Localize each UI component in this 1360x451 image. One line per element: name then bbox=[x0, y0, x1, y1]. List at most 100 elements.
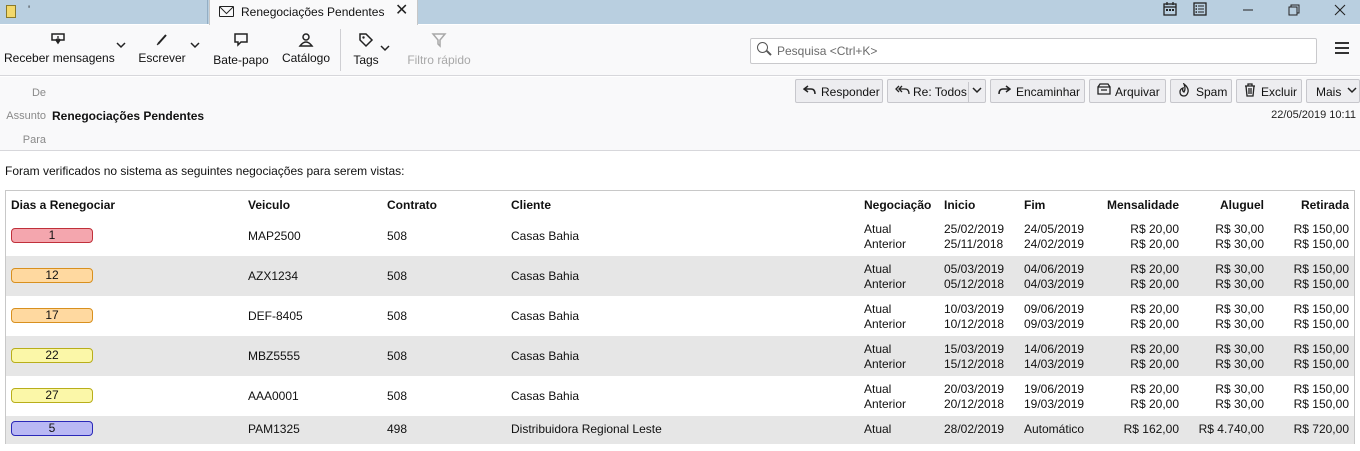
retirada-anterior-cell: R$ 150,00 bbox=[1293, 317, 1349, 331]
tab-bar: ' Renegociações Pendentes - ✕ bbox=[0, 0, 1360, 25]
contrato-cell: 508 bbox=[387, 269, 408, 283]
subject-text: Renegociações Pendentes bbox=[52, 109, 205, 123]
table-row: 17 DEF-8405 508 Casas Bahia Atual 10/03/2019 0… bbox=[6, 296, 1354, 336]
minimize-icon[interactable] bbox=[1238, 2, 1258, 22]
bate-papo-button[interactable]: Bate-papo bbox=[210, 25, 272, 76]
aluguel-anterior-cell: R$ 30,00 bbox=[1215, 277, 1264, 291]
dias-badge: 1 bbox=[11, 228, 93, 243]
negociacao-anterior-cell: Anterior bbox=[864, 277, 907, 291]
dias-badge: 27 bbox=[11, 388, 93, 403]
app-menu-icon[interactable] bbox=[1335, 42, 1349, 56]
veiculo-cell: PAM1325 bbox=[248, 422, 300, 436]
contrato-cell: 508 bbox=[387, 389, 408, 403]
responder-label: Responder bbox=[821, 85, 880, 99]
veiculo-cell: DEF-8405 bbox=[248, 309, 303, 323]
inicio-anterior-cell: 25/11/2018 bbox=[944, 237, 1004, 251]
excluir-button[interactable]: Excluir bbox=[1236, 79, 1302, 103]
table-row: 5 PAM1325 498 Distribuidora Regional Leste A… bbox=[6, 416, 1354, 444]
mais-button[interactable]: Mais bbox=[1306, 79, 1360, 103]
retirada-atual-cell: R$ 150,00 bbox=[1293, 222, 1349, 236]
col-contrato: Contrato bbox=[387, 198, 437, 212]
negociacao-anterior-cell: Anterior bbox=[864, 357, 907, 371]
fim-anterior-cell: 09/03/2019 bbox=[1024, 317, 1085, 331]
re-todos-button[interactable]: Re: Todos bbox=[887, 79, 986, 103]
envelope-icon bbox=[219, 6, 234, 17]
inicio-atual-cell: 10/03/2019 bbox=[944, 302, 1005, 316]
re-todos-dropdown-icon[interactable] bbox=[972, 86, 982, 96]
retirada-atual-cell: R$ 150,00 bbox=[1293, 382, 1349, 396]
inicio-atual-cell: 15/03/2019 bbox=[944, 342, 1005, 356]
spam-button[interactable]: Spam bbox=[1170, 79, 1232, 103]
tags-dropdown-icon[interactable] bbox=[380, 44, 390, 55]
close-window-icon[interactable] bbox=[1330, 2, 1350, 22]
fim-anterior-cell: 19/03/2019 bbox=[1024, 397, 1085, 411]
intro-text: Foram verificados no sistema as seguinte… bbox=[5, 164, 405, 178]
search-input[interactable] bbox=[777, 42, 1307, 60]
tab-folder[interactable]: ' bbox=[0, 0, 208, 24]
tags-label: Tags bbox=[353, 53, 379, 67]
aluguel-atual-cell: R$ 30,00 bbox=[1215, 382, 1264, 396]
mensalidade-atual-cell: R$ 20,00 bbox=[1130, 302, 1179, 316]
negociacao-atual-cell: Atual bbox=[864, 262, 892, 276]
tasks-icon[interactable] bbox=[1190, 2, 1210, 22]
veiculo-cell: MAP2500 bbox=[248, 229, 301, 243]
veiculo-cell: AZX1234 bbox=[248, 269, 299, 283]
dias-badge: 5 bbox=[11, 421, 93, 436]
mensalidade-atual-cell: R$ 20,00 bbox=[1130, 342, 1179, 356]
filtro-rapido-button[interactable]: Filtro rápido bbox=[404, 25, 474, 76]
inicio-anterior-cell: 15/12/2018 bbox=[944, 357, 1005, 371]
catalogo-button[interactable]: Catálogo bbox=[279, 25, 333, 76]
contrato-cell: 498 bbox=[387, 422, 408, 436]
dias-badge: 22 bbox=[11, 348, 93, 363]
escrever-label: Escrever bbox=[138, 51, 186, 65]
retirada-anterior-cell: R$ 150,00 bbox=[1293, 357, 1349, 371]
retirada-atual-cell: R$ 150,00 bbox=[1293, 262, 1349, 276]
mensalidade-atual-cell: R$ 162,00 bbox=[1123, 422, 1179, 436]
table-row: 1 MAP2500 508 Casas Bahia Atual 25/02/2019 24/… bbox=[6, 216, 1354, 256]
veiculo-cell: AAA0001 bbox=[248, 389, 299, 403]
arquivar-button[interactable]: Arquivar bbox=[1089, 79, 1166, 103]
col-aluguel: Aluguel bbox=[1220, 198, 1264, 212]
reply-icon bbox=[802, 83, 816, 99]
aluguel-atual-cell: R$ 30,00 bbox=[1215, 342, 1264, 356]
close-tab-icon[interactable]: ✕ bbox=[395, 2, 408, 20]
negociacao-atual-cell: Atual bbox=[864, 302, 892, 316]
encaminhar-button[interactable]: Encaminhar bbox=[990, 79, 1085, 103]
restore-icon[interactable] bbox=[1284, 2, 1304, 22]
calendar-icon[interactable] bbox=[1160, 2, 1180, 22]
table-row: 22 MBZ5555 508 Casas Bahia Atual 15/03/2019 14… bbox=[6, 336, 1354, 376]
escrever-dropdown-icon[interactable] bbox=[190, 41, 200, 52]
cliente-cell: Casas Bahia bbox=[511, 269, 580, 283]
retirada-atual-cell: R$ 720,00 bbox=[1293, 422, 1349, 436]
receber-mensagens-label: Receber mensagens bbox=[4, 51, 115, 65]
tags-button[interactable]: Tags bbox=[348, 25, 384, 76]
download-icon bbox=[4, 25, 112, 51]
cliente-cell: Casas Bahia bbox=[511, 229, 580, 243]
fim-atual-cell: 04/06/2019 bbox=[1024, 262, 1085, 276]
search-box[interactable] bbox=[750, 38, 1317, 64]
col-cliente: Cliente bbox=[511, 198, 552, 212]
archive-icon bbox=[1097, 83, 1111, 99]
cliente-cell: Casas Bahia bbox=[511, 389, 580, 403]
receber-mensagens-button[interactable]: Receber mensagens bbox=[4, 25, 115, 76]
responder-button[interactable]: Responder bbox=[795, 79, 883, 103]
pencil-icon bbox=[136, 25, 188, 51]
bate-papo-label: Bate-papo bbox=[213, 53, 269, 67]
tab-folder-label: ' bbox=[28, 4, 31, 16]
re-todos-label: Re: Todos bbox=[913, 85, 967, 99]
fim-atual-cell: 14/06/2019 bbox=[1024, 342, 1085, 356]
retirada-anterior-cell: R$ 150,00 bbox=[1293, 237, 1349, 251]
negociacao-atual-cell: Atual bbox=[864, 222, 892, 236]
col-inicio: Inicio bbox=[944, 198, 976, 212]
aluguel-atual-cell: R$ 30,00 bbox=[1215, 222, 1264, 236]
receber-dropdown-icon[interactable] bbox=[116, 41, 126, 52]
inicio-anterior-cell: 10/12/2018 bbox=[944, 317, 1005, 331]
table-row: 12 AZX1234 508 Casas Bahia Atual 05/03/2019 04… bbox=[6, 256, 1354, 296]
fim-anterior-cell: 24/02/2019 bbox=[1024, 237, 1085, 251]
tab-message[interactable]: Renegociações Pendentes - ✕ bbox=[209, 0, 418, 25]
negociacao-anterior-cell: Anterior bbox=[864, 317, 907, 331]
trash-icon bbox=[1244, 83, 1256, 100]
escrever-button[interactable]: Escrever bbox=[136, 25, 188, 76]
mensalidade-anterior-cell: R$ 20,00 bbox=[1130, 317, 1179, 331]
aluguel-anterior-cell: R$ 30,00 bbox=[1215, 317, 1264, 331]
